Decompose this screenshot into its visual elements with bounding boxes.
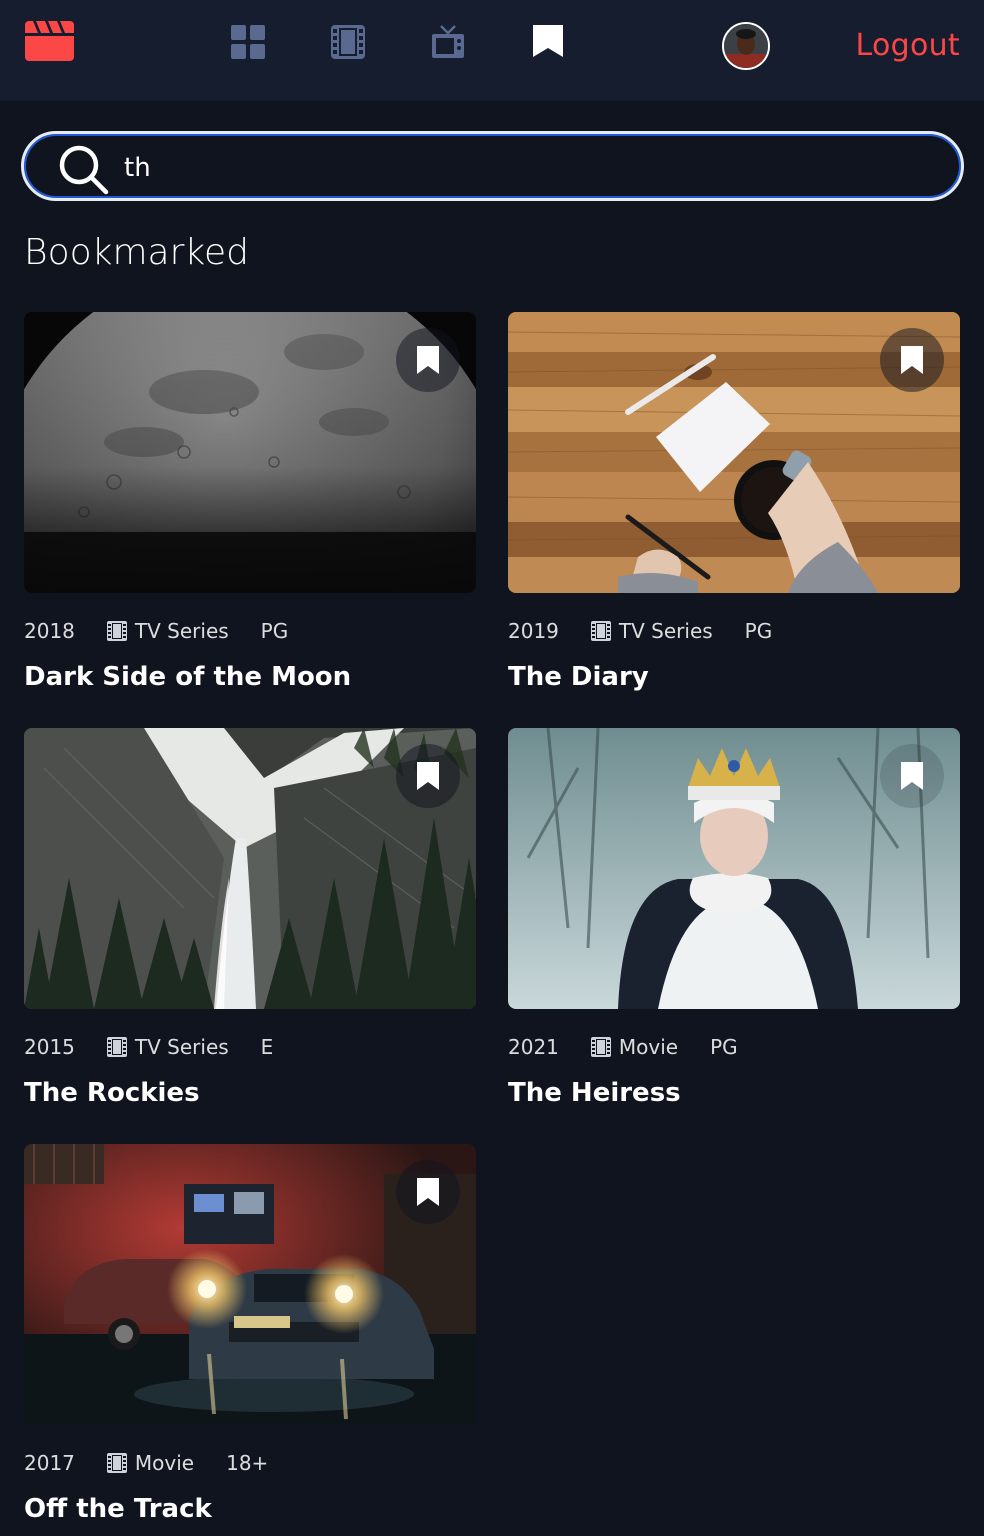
media-year: 2021 <box>508 1035 559 1059</box>
movie-clapper-icon[interactable] <box>25 21 74 61</box>
bookmark-filled-icon <box>901 762 923 790</box>
bookmark-toggle-button[interactable] <box>396 328 460 392</box>
bookmark-filled-icon <box>417 762 439 790</box>
media-meta: 2018 TV Series PG <box>24 618 288 644</box>
media-category: TV Series <box>134 619 229 643</box>
media-thumbnail[interactable] <box>508 728 960 1009</box>
tv-series-icon <box>106 621 127 641</box>
media-rating: PG <box>710 1035 738 1059</box>
bookmark-toggle-button[interactable] <box>396 744 460 808</box>
nav-movies-film-icon[interactable] <box>331 25 365 59</box>
film-icon <box>106 1453 127 1473</box>
film-icon <box>590 1037 611 1057</box>
tv-series-icon <box>106 1037 127 1057</box>
media-category: TV Series <box>134 1035 229 1059</box>
bookmark-filled-icon <box>417 346 439 374</box>
search-icon <box>59 145 109 195</box>
media-title[interactable]: The Heiress <box>508 1078 681 1108</box>
media-rating: PG <box>260 619 289 643</box>
logout-button[interactable]: Logout <box>855 28 960 63</box>
media-card[interactable]: 2021 Movie PG The Heiress <box>508 728 960 1108</box>
nav-home-grid-icon[interactable] <box>231 25 265 59</box>
user-avatar[interactable] <box>722 22 770 70</box>
media-year: 2018 <box>24 619 75 643</box>
media-meta: 2015 TV Series E <box>24 1034 273 1060</box>
media-rating: PG <box>744 619 773 643</box>
media-year: 2017 <box>24 1451 75 1475</box>
media-title[interactable]: Dark Side of the Moon <box>24 662 351 692</box>
nav-bookmarks-icon[interactable] <box>531 25 565 59</box>
bookmark-toggle-button[interactable] <box>880 328 944 392</box>
media-card[interactable]: 2018 TV Series PG Dark Side of the Moon <box>24 312 476 692</box>
media-meta: 2019 TV Series PG <box>508 618 772 644</box>
media-category: TV Series <box>618 619 713 643</box>
media-meta: 2017 Movie 18+ <box>24 1450 268 1476</box>
media-title[interactable]: Off the Track <box>24 1494 212 1524</box>
media-year: 2015 <box>24 1035 75 1059</box>
media-thumbnail[interactable] <box>24 312 476 593</box>
media-thumbnail[interactable] <box>24 1144 476 1425</box>
media-card[interactable]: 2019 TV Series PG The Diary <box>508 312 960 692</box>
media-title[interactable]: The Diary <box>508 662 649 692</box>
search-bar[interactable] <box>21 131 964 201</box>
media-category: Movie <box>134 1451 195 1475</box>
bookmark-filled-icon <box>417 1178 439 1206</box>
nav-tv-series-icon[interactable] <box>431 25 465 59</box>
media-year: 2019 <box>508 619 559 643</box>
media-rating: E <box>260 1035 274 1059</box>
media-category: Movie <box>618 1035 679 1059</box>
media-meta: 2021 Movie PG <box>508 1034 738 1060</box>
avatar-portrait-image <box>724 24 768 68</box>
top-navigation-bar: Logout <box>0 0 984 101</box>
media-card[interactable]: 2015 TV Series E The Rockies <box>24 728 476 1108</box>
media-thumbnail[interactable] <box>508 312 960 593</box>
bookmark-toggle-button[interactable] <box>396 1160 460 1224</box>
media-card[interactable]: 2017 Movie 18+ Off the Track <box>24 1144 476 1524</box>
media-title[interactable]: The Rockies <box>24 1078 200 1108</box>
section-title: Bookmarked <box>24 232 249 273</box>
media-thumbnail[interactable] <box>24 728 476 1009</box>
media-rating: 18+ <box>226 1451 269 1475</box>
search-input[interactable] <box>124 148 924 188</box>
bookmark-filled-icon <box>901 346 923 374</box>
bookmark-toggle-button[interactable] <box>880 744 944 808</box>
tv-series-icon <box>590 621 611 641</box>
